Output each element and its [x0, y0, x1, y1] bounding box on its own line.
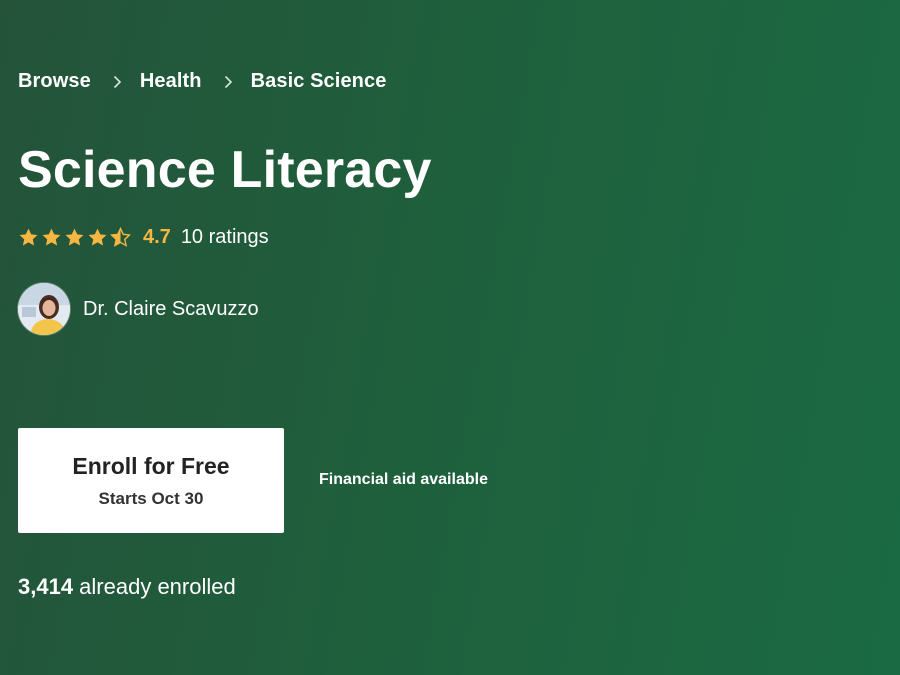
enrolled-suffix: already enrolled [73, 574, 236, 599]
star-full-icon [65, 228, 84, 246]
enrolled-number: 3,414 [18, 574, 74, 599]
enroll-start-date: Starts Oct 30 [98, 488, 204, 508]
breadcrumb-health[interactable]: Health [140, 70, 202, 93]
instructor: Dr. Claire Scavuzzo [18, 283, 259, 335]
enroll-label: Enroll for Free [72, 452, 230, 479]
rating-value: 4.7 [143, 226, 171, 248]
breadcrumb-basic-science[interactable]: Basic Science [251, 70, 387, 93]
breadcrumb-browse[interactable]: Browse [18, 70, 91, 93]
star-full-icon [19, 228, 38, 246]
enrollment-count: 3,414 already enrolled [18, 574, 236, 600]
star-rating [18, 227, 133, 248]
enroll-button[interactable]: Enroll for Free Starts Oct 30 [18, 428, 284, 533]
rating-count[interactable]: 10 ratings [181, 226, 269, 249]
chevron-right-icon [221, 75, 235, 89]
star-full-icon [42, 228, 61, 246]
star-half-icon [110, 227, 131, 247]
chevron-right-icon [110, 75, 124, 89]
financial-aid-link[interactable]: Financial aid available [319, 471, 488, 489]
instructor-name[interactable]: Dr. Claire Scavuzzo [83, 298, 259, 321]
instructor-avatar[interactable] [18, 283, 70, 335]
star-full-icon [88, 228, 107, 246]
breadcrumb: Browse Health Basic Science [18, 70, 386, 93]
page-title: Science Literacy [18, 141, 432, 199]
course-rating: 4.7 10 ratings [18, 226, 269, 249]
